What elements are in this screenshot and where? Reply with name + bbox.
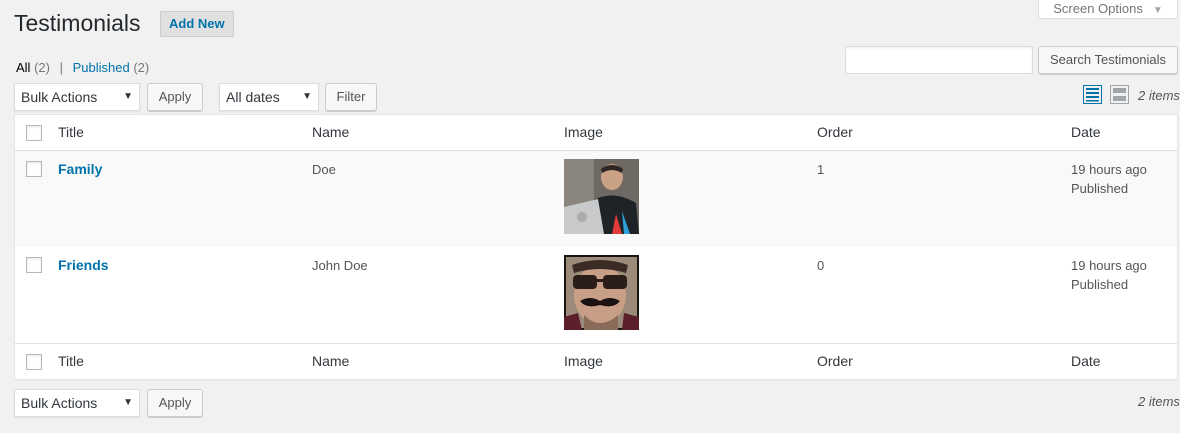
table-row: Family Doe 1 19 hours ago Published bbox=[15, 151, 1177, 247]
man-with-mustache-sunglasses-photo bbox=[564, 255, 639, 330]
filter-published[interactable]: Published bbox=[73, 60, 130, 75]
chevron-down-icon: ▼ bbox=[1152, 5, 1163, 16]
filter-button[interactable]: Filter bbox=[325, 83, 377, 111]
row-title-link[interactable]: Friends bbox=[58, 257, 109, 273]
row-title-link[interactable]: Family bbox=[58, 161, 102, 177]
page-title: Testimonials bbox=[14, 10, 141, 36]
bulk-actions-value: Bulk Actions bbox=[21, 395, 98, 411]
select-all-checkbox[interactable] bbox=[26, 125, 42, 141]
apply-button[interactable]: Apply bbox=[147, 83, 203, 111]
row-order: 0 bbox=[817, 258, 825, 273]
column-date-footer[interactable]: Date bbox=[1071, 353, 1101, 369]
select-all-checkbox-footer[interactable] bbox=[26, 354, 42, 370]
column-order-header[interactable]: Order bbox=[817, 124, 853, 140]
column-title-header[interactable]: Title bbox=[58, 124, 84, 140]
table-footer-row: Title Name Image Order Date bbox=[15, 343, 1177, 379]
column-date-header[interactable]: Date bbox=[1071, 124, 1101, 140]
table-row: Friends John Doe 0 19 hours ago Publishe… bbox=[15, 247, 1177, 343]
dates-value: All dates bbox=[226, 89, 280, 105]
row-status: Published bbox=[1071, 181, 1129, 196]
row-date: 19 hours ago bbox=[1071, 258, 1147, 273]
man-with-laptop-photo bbox=[564, 159, 639, 234]
bulk-actions-value: Bulk Actions bbox=[21, 89, 98, 105]
row-checkbox[interactable] bbox=[26, 257, 42, 273]
row-name: Doe bbox=[312, 162, 336, 177]
items-count: 2 items bbox=[1138, 88, 1180, 103]
row-date: 19 hours ago bbox=[1071, 162, 1147, 177]
status-filter-links: All (2) | Published (2) bbox=[16, 60, 149, 75]
column-title-footer[interactable]: Title bbox=[58, 353, 84, 369]
screen-options-button[interactable]: Screen Options ▼ bbox=[1038, 0, 1178, 19]
add-new-button[interactable]: Add New bbox=[160, 11, 234, 37]
column-image-header: Image bbox=[564, 124, 603, 140]
row-checkbox[interactable] bbox=[26, 161, 42, 177]
filter-separator: | bbox=[59, 60, 63, 75]
column-name-header: Name bbox=[312, 124, 350, 140]
row-status: Published bbox=[1071, 277, 1129, 292]
bulk-actions-select[interactable]: Bulk Actions ▼ bbox=[14, 83, 140, 111]
filter-all[interactable]: All bbox=[16, 60, 30, 75]
items-count-bottom: 2 items bbox=[1138, 394, 1180, 409]
dates-select[interactable]: All dates ▼ bbox=[219, 83, 319, 111]
screen-options-label: Screen Options bbox=[1053, 1, 1143, 16]
chevron-down-icon: ▼ bbox=[123, 91, 133, 102]
search-input[interactable] bbox=[845, 46, 1033, 74]
filter-all-count: (2) bbox=[34, 60, 50, 75]
testimonials-table: Title Name Image Order Date Family Doe 1… bbox=[14, 114, 1178, 380]
chevron-down-icon: ▼ bbox=[302, 91, 312, 102]
row-order: 1 bbox=[817, 162, 825, 177]
list-view-icon[interactable] bbox=[1083, 85, 1102, 104]
table-header-row: Title Name Image Order Date bbox=[15, 115, 1177, 151]
filter-published-count: (2) bbox=[133, 60, 150, 75]
column-name-footer: Name bbox=[312, 353, 350, 369]
search-button[interactable]: Search Testimonials bbox=[1038, 46, 1178, 74]
apply-button-bottom[interactable]: Apply bbox=[147, 389, 203, 417]
column-image-footer: Image bbox=[564, 353, 603, 369]
bulk-actions-select-bottom[interactable]: Bulk Actions ▼ bbox=[14, 389, 140, 417]
column-order-footer[interactable]: Order bbox=[817, 353, 853, 369]
row-name: John Doe bbox=[312, 258, 368, 273]
view-switch bbox=[1083, 85, 1129, 104]
chevron-down-icon: ▼ bbox=[123, 397, 133, 408]
excerpt-view-icon[interactable] bbox=[1110, 85, 1129, 104]
